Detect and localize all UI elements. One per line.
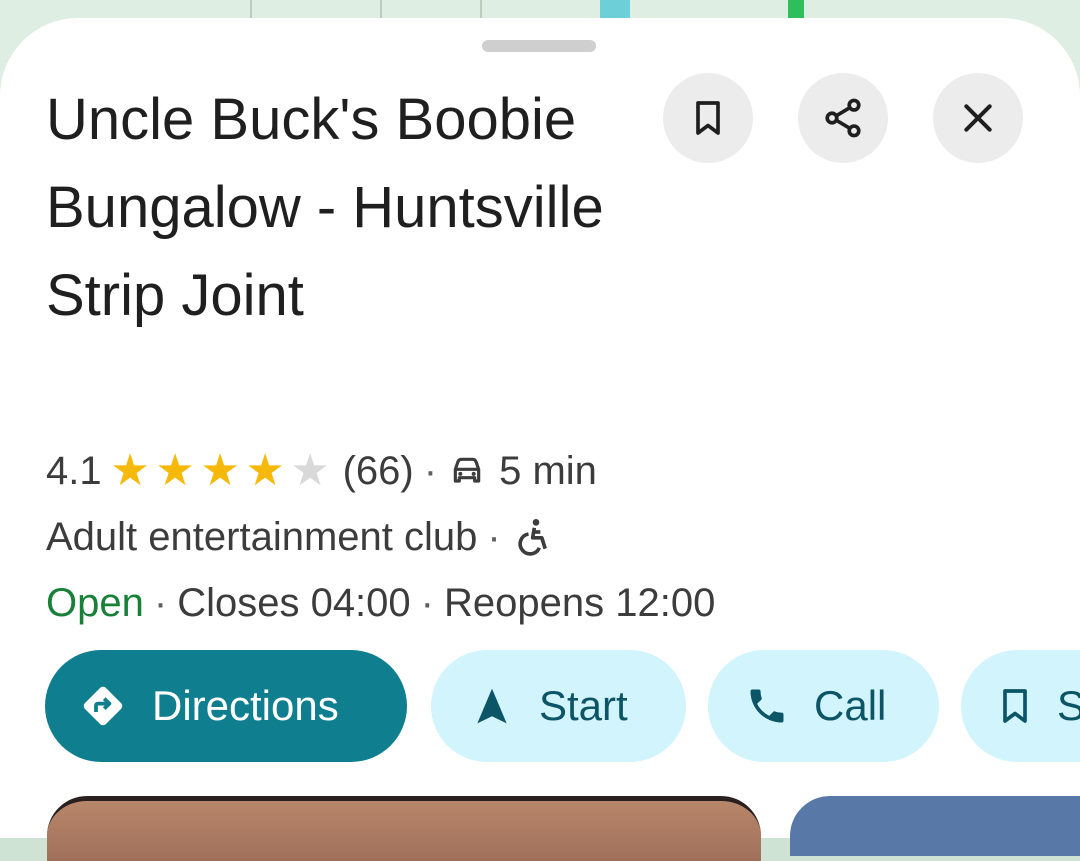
separator: ·	[423, 448, 438, 493]
save-place-label: S	[1057, 682, 1080, 729]
star-full-icon: ★	[200, 446, 240, 495]
place-sheet: Uncle Buck's Boobie Bungalow - Huntsvill…	[0, 18, 1080, 861]
photo-thumbnail[interactable]	[47, 796, 761, 861]
star-full-icon: ★	[245, 446, 285, 495]
share-icon	[825, 98, 861, 138]
category-row: Adult entertainment club ·	[46, 512, 551, 562]
separator: ·	[487, 514, 501, 559]
place-title: Uncle Buck's Boobie Bungalow - Huntsvill…	[46, 87, 604, 328]
directions-button[interactable]: Directions	[45, 650, 407, 762]
closing-time: Closes 04:00	[177, 580, 411, 625]
drag-handle[interactable]	[482, 40, 596, 52]
car-icon	[453, 457, 481, 483]
close-button[interactable]	[933, 73, 1023, 163]
call-label: Call	[814, 682, 887, 729]
star-empty-icon: ★	[290, 446, 330, 495]
reopen-time: Reopens 12:00	[444, 580, 716, 625]
category-label: Adult entertainment club	[46, 514, 478, 559]
directions-label: Directions	[152, 682, 339, 729]
wheelchair-icon	[518, 519, 547, 556]
share-button[interactable]	[798, 73, 888, 163]
start-button[interactable]: Start	[431, 650, 686, 762]
star-full-icon: ★	[155, 446, 195, 495]
save-button[interactable]	[663, 73, 753, 163]
directions-diamond-icon	[78, 681, 128, 731]
review-count: (66)	[342, 448, 414, 493]
close-icon	[964, 104, 992, 132]
hours-row[interactable]: Open · Closes 04:00 · Reopens 12:00	[46, 578, 715, 628]
rating-stars: ★ ★ ★ ★ ★	[108, 449, 333, 493]
phone-icon	[742, 681, 792, 731]
rating-value: 4.1	[46, 448, 102, 493]
separator: ·	[153, 580, 168, 625]
bookmark-icon	[995, 681, 1035, 731]
rating-row[interactable]: 4.1 ★ ★ ★ ★ ★ (66) · 5 min	[46, 446, 597, 496]
save-place-button[interactable]: S	[961, 650, 1080, 762]
open-status: Open	[46, 580, 144, 625]
drive-time: 5 min	[499, 448, 597, 493]
star-full-icon: ★	[110, 446, 150, 495]
bookmark-icon	[696, 101, 720, 135]
call-button[interactable]: Call	[708, 650, 939, 762]
photo-thumbnail[interactable]	[790, 796, 1080, 856]
start-label: Start	[539, 682, 628, 729]
navigation-arrow-icon	[467, 681, 517, 731]
separator: ·	[420, 580, 434, 625]
